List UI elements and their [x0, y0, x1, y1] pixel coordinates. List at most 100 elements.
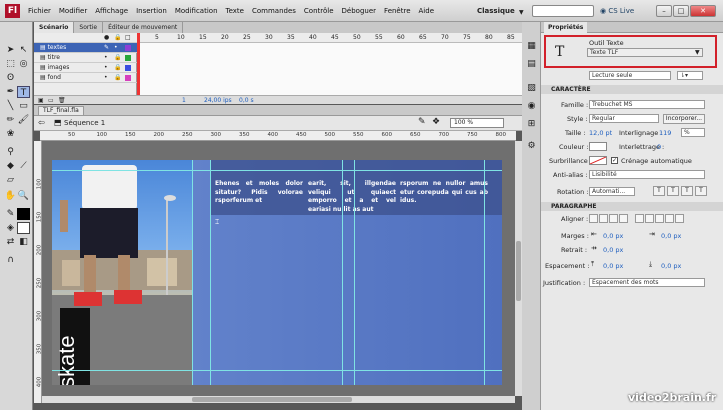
layer-row[interactable]: ▤ images • 🔒 — [34, 63, 137, 73]
maximize-button[interactable]: □ — [673, 5, 689, 17]
visibility-dot[interactable]: • — [114, 43, 118, 53]
close-button[interactable]: ✕ — [690, 5, 716, 17]
3d-rotation-icon[interactable]: ◎ — [17, 58, 30, 70]
antialias-dropdown[interactable]: Lisibilité — [589, 170, 705, 179]
frame-rate[interactable]: 24,00 ips — [204, 96, 232, 105]
left-margin-value[interactable]: 0,0 px — [603, 232, 623, 240]
justify-end-button[interactable] — [675, 214, 684, 223]
layer-color-swatch[interactable] — [125, 55, 131, 61]
pen-tool-icon[interactable]: ✒ — [4, 86, 17, 98]
superscript-toggle[interactable]: T — [681, 186, 693, 196]
lock-icon[interactable]: 🔒 — [114, 33, 121, 43]
eraser-icon[interactable]: ▱ — [4, 174, 17, 186]
stage-title[interactable]: skate — [54, 318, 80, 385]
guide-line[interactable] — [52, 370, 502, 371]
lasso-icon[interactable]: ʘ — [4, 72, 17, 84]
vertical-scrollbar[interactable] — [515, 141, 522, 396]
frame-ruler[interactable]: 5 10 15 20 25 30 35 40 45 50 55 60 65 70 75 80 85 — [137, 33, 522, 43]
layer-row[interactable]: ▤ titre • 🔒 — [34, 53, 137, 63]
current-frame[interactable]: 1 — [182, 96, 186, 105]
tracking-value[interactable]: 0 — [657, 143, 661, 151]
snap-magnet-icon[interactable]: ∩ — [4, 254, 17, 266]
hand-tool-icon[interactable]: ✋ — [4, 190, 17, 202]
menu-commandes[interactable]: Commandes — [248, 0, 300, 22]
stroke-color-icon[interactable]: ✎ — [4, 208, 17, 220]
trash-icon[interactable]: 🗑 — [58, 96, 66, 105]
menu-modification[interactable]: Modification — [171, 0, 222, 22]
menu-texte[interactable]: Texte — [222, 0, 248, 22]
stroke-color-swatch[interactable] — [17, 208, 30, 220]
menu-fichier[interactable]: Fichier — [24, 0, 55, 22]
guide-line[interactable] — [192, 160, 193, 385]
italic-toggle[interactable]: T — [667, 186, 679, 196]
justify-right-button[interactable] — [655, 214, 664, 223]
fill-color-icon[interactable]: ◈ — [4, 222, 17, 234]
text-column-3[interactable]: rsporum ne nullor amus etur corepuda qui… — [400, 180, 488, 206]
swap-colors-icon[interactable]: ⇄ — [4, 236, 17, 248]
cs-live-button[interactable]: ◉ CS Live — [600, 7, 634, 15]
align-right-button[interactable] — [609, 214, 618, 223]
space-before-value[interactable]: 0,0 px — [603, 262, 623, 270]
library-panel-icon[interactable]: ▤ — [525, 58, 538, 70]
font-family-dropdown[interactable]: Trebuchet MS — [589, 100, 705, 109]
tab-motion-editor[interactable]: Éditeur de mouvement — [103, 22, 184, 33]
default-colors-icon[interactable]: ◧ — [17, 236, 30, 248]
zoom-tool-icon[interactable]: 🔍 — [17, 190, 30, 202]
text-column-1[interactable]: Ehenes et moles dolor sitatur? Pidis vol… — [215, 180, 303, 206]
fill-color-swatch[interactable] — [17, 222, 30, 234]
guide-line[interactable] — [354, 160, 355, 385]
free-transform-icon[interactable]: ⬚ — [4, 58, 17, 70]
text-engine-dropdown[interactable]: Texte TLF — [587, 48, 703, 57]
layer-row[interactable]: ▤ textes ✎ • — [34, 43, 137, 53]
tab-sortie[interactable]: Sortie — [74, 22, 104, 33]
components-panel-icon[interactable]: ⚙ — [525, 140, 538, 152]
outline-icon[interactable]: □ — [125, 33, 131, 43]
horizontal-scrollbar[interactable] — [42, 396, 515, 403]
justification-dropdown[interactable]: Espacement des mots — [589, 278, 705, 287]
justify-left-button[interactable] — [635, 214, 644, 223]
brush-icon[interactable]: 🖌 — [17, 114, 30, 126]
frame-grid[interactable]: 5 10 15 20 25 30 35 40 45 50 55 60 65 70 75 80 85 — [137, 33, 522, 95]
font-size-value[interactable]: 12,0 pt — [589, 129, 612, 137]
autokern-checkbox[interactable]: ✓ — [611, 157, 618, 164]
tab-properties[interactable]: Propriétés — [544, 22, 588, 33]
menu-modifier[interactable]: Modifier — [55, 0, 91, 22]
properties-panel-icon[interactable]: ▦ — [525, 40, 538, 52]
chevron-down-icon[interactable]: ▼ — [519, 9, 524, 16]
space-after-value[interactable]: 0,0 px — [661, 262, 681, 270]
align-panel-icon[interactable]: ⊞ — [525, 118, 538, 130]
character-section-header[interactable]: CARACTÈRE — [541, 85, 723, 94]
leading-value[interactable]: 119 — [659, 129, 671, 137]
workspace-switcher[interactable]: Classique — [477, 7, 515, 15]
indent-value[interactable]: 0,0 px — [603, 246, 623, 254]
menu-controle[interactable]: Contrôle — [300, 0, 338, 22]
selection-tool-icon[interactable]: ➤ — [4, 44, 17, 56]
guide-line[interactable] — [484, 160, 485, 385]
menu-fenetre[interactable]: Fenêtre — [380, 0, 414, 22]
lock-icon[interactable]: 🔒 — [114, 63, 121, 73]
tab-scenario[interactable]: Scénario — [34, 22, 75, 33]
subscript-toggle[interactable]: T — [695, 186, 707, 196]
layer-color-swatch[interactable] — [125, 75, 131, 81]
text-color-swatch[interactable] — [589, 142, 607, 151]
bone-tool-icon[interactable]: ⚲ — [4, 146, 17, 158]
document-tab[interactable]: TLF_final.fla — [38, 106, 84, 116]
playhead[interactable] — [137, 33, 140, 95]
eyedropper-icon[interactable]: ⟋ — [17, 160, 30, 172]
layer-color-swatch[interactable] — [125, 45, 131, 51]
justify-all-button[interactable] — [665, 214, 674, 223]
menu-insertion[interactable]: Insertion — [132, 0, 171, 22]
visibility-dot[interactable]: • — [104, 63, 108, 73]
orientation-dropdown[interactable]: ⇂▾ — [677, 71, 703, 80]
edit-scene-icon[interactable]: ✎ — [418, 117, 426, 127]
text-type-dropdown[interactable]: Lecture seule — [589, 71, 671, 80]
pencil-icon[interactable]: ✏ — [4, 114, 17, 126]
new-layer-icon[interactable]: ▣ — [38, 96, 44, 105]
back-arrow-icon[interactable]: ⇦ — [38, 118, 45, 127]
stage[interactable]: skate Ehenes et moles dolor sitatur? Pid… — [52, 160, 502, 385]
embed-button[interactable]: Incorporer... — [663, 114, 705, 124]
bold-toggle[interactable]: T — [653, 186, 665, 196]
align-left-button[interactable] — [589, 214, 598, 223]
text-column-2[interactable]: earit, sit, illgendae veliqui ut quiaect… — [308, 180, 396, 214]
rectangle-tool-icon[interactable]: ▭ — [17, 100, 30, 112]
